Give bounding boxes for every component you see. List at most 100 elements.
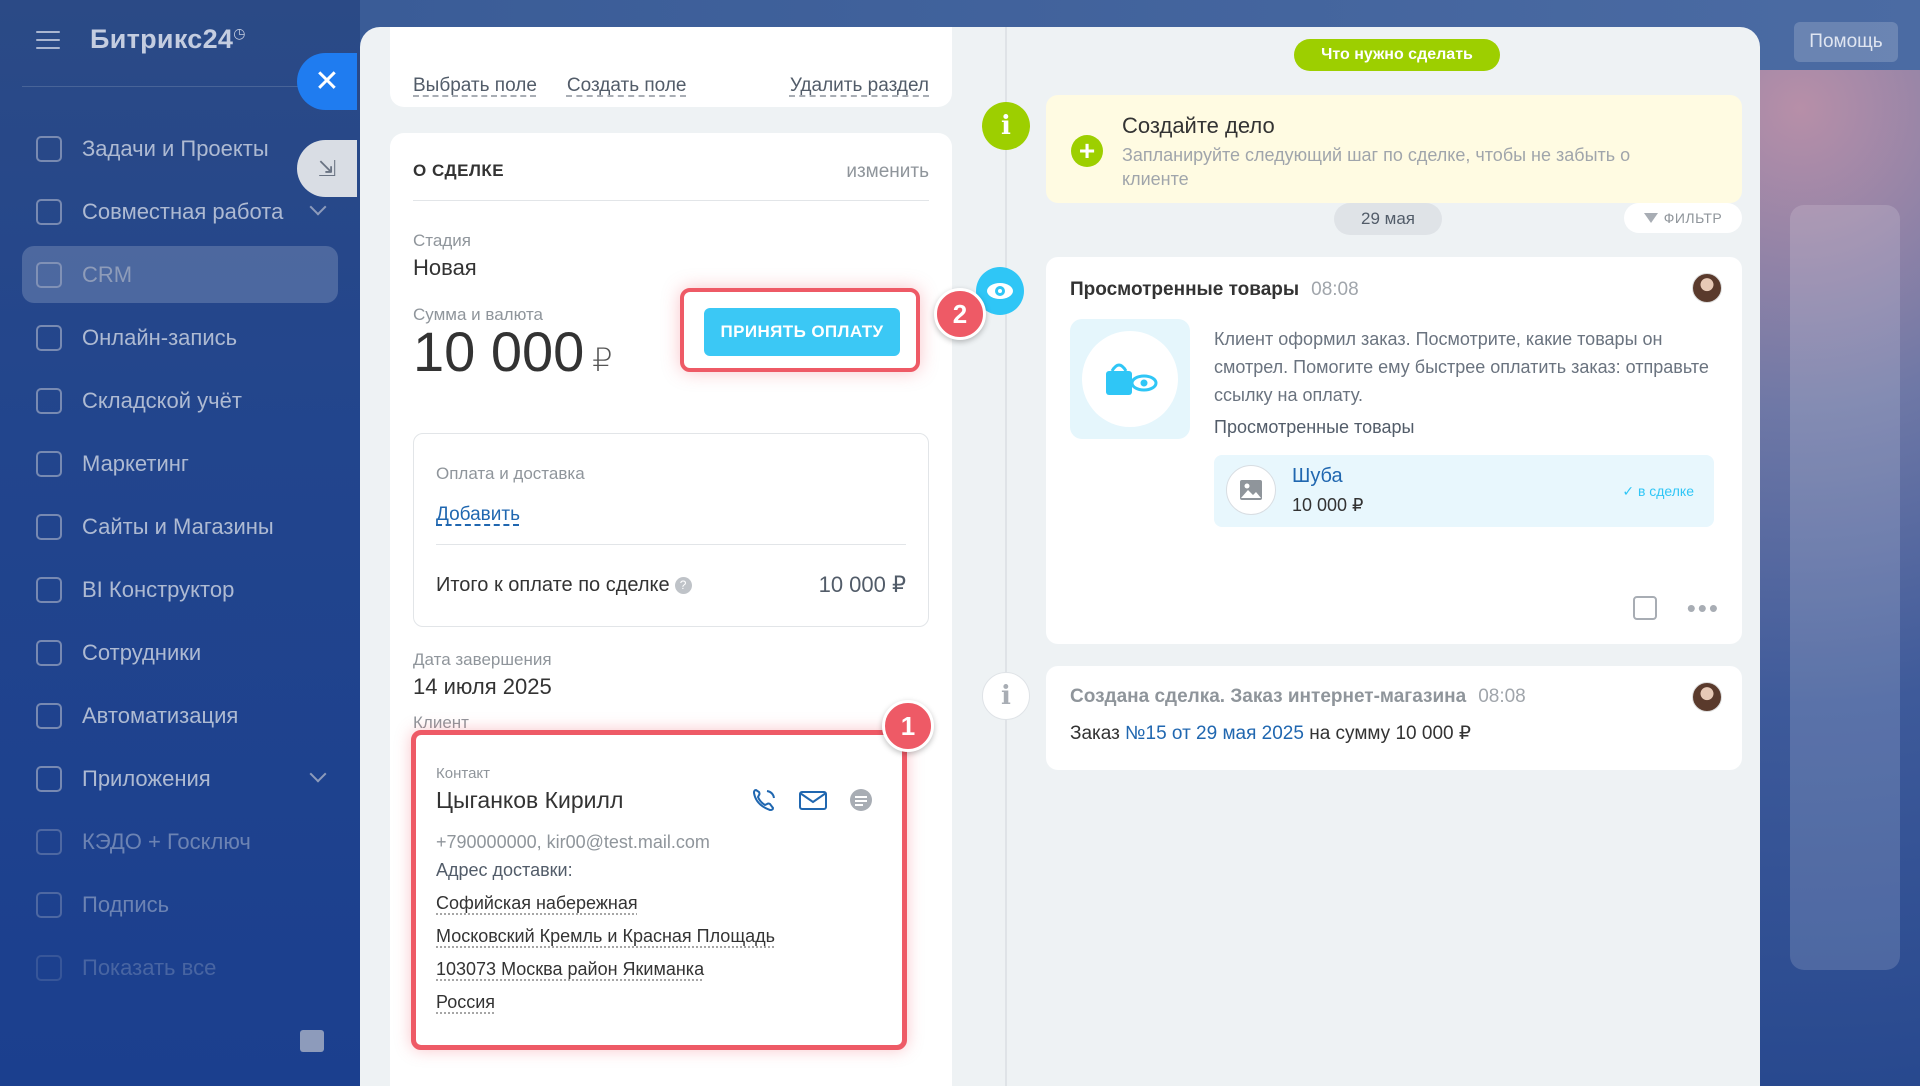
close-slider-button[interactable]: ✕ — [297, 53, 357, 110]
menu-burger-icon[interactable] — [36, 30, 60, 49]
close-icon: ✕ — [314, 65, 340, 98]
payment-delivery-label: Оплата и доставка — [436, 464, 585, 483]
accept-payment-button[interactable]: ПРИНЯТЬ ОПЛАТУ — [704, 308, 900, 356]
contact-actions — [750, 787, 876, 813]
sidebar-item-warehouse[interactable]: Складской учёт — [22, 372, 338, 429]
select-field-link[interactable]: Выбрать поле — [413, 75, 537, 97]
address-line[interactable]: 103073 Москва район Якиманка — [436, 959, 704, 980]
info-icon: i — [982, 102, 1030, 150]
client-contact-highlight: Контакт Цыганков Кирилл +790000000, kir0… — [411, 730, 907, 1050]
help-question-icon[interactable]: ? — [674, 577, 692, 594]
viewed-products-card: Просмотренные товары 08:08 Клиент оформил… — [1046, 257, 1742, 644]
timeline-column: Что нужно сделать i + Создайте дело Запл… — [976, 27, 1760, 1086]
bitrix24-logo[interactable]: Битрикс24◷ — [90, 24, 246, 55]
todo-section-pill: Что нужно сделать — [1294, 39, 1500, 71]
address-line[interactable]: Московский Кремль и Красная Площадь — [436, 926, 775, 947]
sidebar-divider — [22, 86, 337, 87]
payment-delivery-box: Оплата и доставка Добавить Итого к оплат… — [413, 433, 929, 627]
add-activity-icon[interactable]: + — [1071, 135, 1103, 167]
contact-name[interactable]: Цыганков Кирилл — [436, 787, 623, 814]
step-badge-1: 1 — [882, 700, 934, 752]
product-name[interactable]: Шуба — [1292, 465, 1343, 488]
chat-icon[interactable] — [846, 787, 876, 813]
info-grey-icon: i — [982, 672, 1030, 720]
viewed-products-illustration — [1070, 319, 1190, 439]
sidebar-item-show-all[interactable]: Показать все — [22, 939, 338, 996]
sidebar-item-crm[interactable]: CRM — [22, 246, 338, 303]
sidebar-header: Битрикс24◷ — [36, 24, 246, 55]
email-icon[interactable] — [798, 787, 828, 813]
viewed-products-subtitle: Просмотренные товары — [1214, 417, 1415, 437]
sidebar-item-bi[interactable]: BI Конструктор — [22, 561, 338, 618]
chevron-down-icon — [309, 765, 327, 783]
total-amount: 10 000 ₽ — [818, 572, 906, 597]
sum-value[interactable]: 10 000 ₽ — [413, 319, 613, 384]
sidebar-item-marketing[interactable]: Маркетинг — [22, 435, 338, 492]
sidebar-item-collab[interactable]: Совместная работа — [22, 183, 338, 240]
timeline-line — [1005, 27, 1007, 1086]
more-icon[interactable]: ••• — [1687, 595, 1720, 621]
delete-section-link[interactable]: Удалить раздел — [790, 75, 929, 97]
address-label: Адрес доставки: — [436, 860, 573, 880]
product-price: 10 000 ₽ — [1292, 495, 1364, 515]
avatar[interactable] — [1692, 682, 1722, 712]
close-date-label: Дата завершения — [413, 650, 552, 669]
sidebar-item-apps[interactable]: Приложения — [22, 750, 338, 807]
sign-icon — [36, 891, 62, 918]
sidebar-item-sites[interactable]: Сайты и Магазины — [22, 498, 338, 555]
section-title: О СДЕЛКЕ — [413, 161, 505, 180]
deal-created-text: Заказ №15 от 29 мая 2025 на сумму 10 000… — [1070, 723, 1471, 744]
total-label: Итого к оплате по сделке — [436, 574, 670, 596]
crm-icon — [36, 261, 62, 288]
step-badge-2: 2 — [934, 288, 986, 340]
minimize-icon: ⇲ — [317, 155, 337, 181]
help-button[interactable]: Помощь — [1794, 22, 1898, 62]
next-section-card: Выбрать поле Создать поле Удалить раздел — [390, 1072, 952, 1086]
checkbox-icon — [36, 135, 62, 162]
cart-icon — [36, 513, 62, 540]
image-placeholder-icon — [1226, 465, 1276, 515]
edit-section-link[interactable]: изменить — [846, 161, 929, 183]
section-links: Выбрать поле Создать поле Удалить раздел — [413, 75, 929, 97]
deal-created-card: Создана сделка. Заказ интернет-магазина 0… — [1046, 666, 1742, 770]
todo-subtitle: Запланируйте следующий шаг по сделке, чт… — [1122, 145, 1631, 189]
accept-payment-highlight: ПРИНЯТЬ ОПЛАТУ — [680, 288, 920, 372]
payment-divider — [436, 544, 906, 545]
check-icon: ✓ — [1622, 483, 1638, 499]
sidebar-item-sign[interactable]: Подпись — [22, 876, 338, 933]
filter-button[interactable]: ФИЛЬТР — [1624, 203, 1742, 233]
sidebar-item-tasks[interactable]: Задачи и Проекты — [22, 120, 338, 177]
printer-icon[interactable] — [300, 1030, 324, 1052]
todo-title: Создайте дело — [1122, 113, 1275, 138]
sidebar-item-automation[interactable]: Автоматизация — [22, 687, 338, 744]
avatar[interactable] — [1692, 273, 1722, 303]
robot-icon — [36, 702, 62, 729]
card-actions: ••• — [1632, 595, 1720, 621]
background-panel — [1790, 205, 1900, 970]
warehouse-icon — [36, 387, 62, 414]
minimize-slider-button[interactable]: ⇲ — [297, 140, 357, 197]
section-divider — [413, 200, 929, 201]
sidebar-item-kedo[interactable]: КЭДО + Госключ — [22, 813, 338, 870]
phone-icon[interactable] — [750, 787, 780, 813]
product-item[interactable]: Шуба 10 000 ₽ ✓ в сделке — [1214, 455, 1714, 527]
order-link[interactable]: №15 от 29 мая 2025 — [1125, 723, 1304, 744]
chart-icon — [36, 576, 62, 603]
create-field-link[interactable]: Создать поле — [567, 75, 687, 97]
chevron-icon — [36, 954, 62, 981]
sidebar-item-booking[interactable]: Онлайн-запись — [22, 309, 338, 366]
address-line[interactable]: Софийская набережная — [436, 893, 638, 914]
note-icon[interactable] — [1632, 596, 1657, 620]
calendar-icon — [36, 324, 62, 351]
stage-value[interactable]: Новая — [413, 255, 477, 281]
contact-info[interactable]: +790000000, kir00@test.mail.com — [436, 832, 710, 853]
address-line[interactable]: Россия — [436, 992, 495, 1013]
viewed-products-text: Клиент оформил заказ. Посмотрите, какие … — [1214, 329, 1709, 405]
close-date-value[interactable]: 14 июля 2025 — [413, 674, 552, 700]
chevron-down-icon — [309, 198, 327, 216]
create-activity-card[interactable]: + Создайте дело Запланируйте следующий ш… — [1046, 95, 1742, 203]
add-payment-link[interactable]: Добавить — [436, 504, 520, 526]
employees-icon — [36, 639, 62, 666]
date-separator: 29 мая — [1334, 203, 1442, 235]
sidebar-item-employees[interactable]: Сотрудники — [22, 624, 338, 681]
